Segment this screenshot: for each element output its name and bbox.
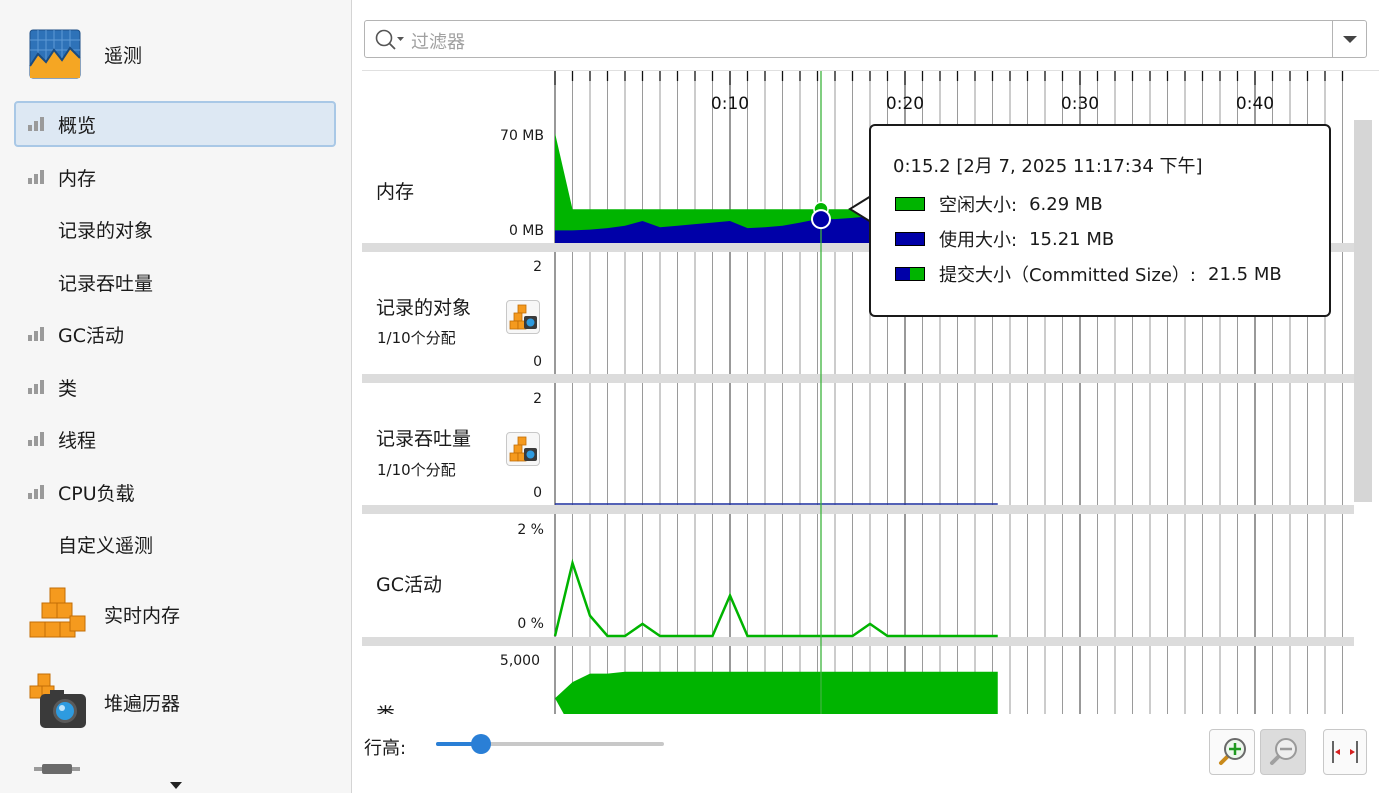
fit-width-button[interactable]	[1323, 729, 1367, 775]
live-memory-icon	[29, 587, 86, 638]
sidebar-header-telemetry[interactable]: 遥测	[28, 26, 142, 82]
sidebar-item-recorded-throughput[interactable]: 记录吞吐量	[14, 259, 336, 305]
bar-chart-icon	[28, 432, 44, 446]
classes-ymax-label: 5,000	[499, 653, 540, 669]
zoom-in-icon	[1219, 738, 1246, 765]
filter-dropdown-button[interactable]	[1332, 21, 1366, 57]
recorded-throughput-ymin-label: 0	[533, 485, 542, 501]
record-allocations-icon	[509, 436, 537, 462]
cursor-used-marker	[811, 209, 831, 230]
record-allocations-button[interactable]	[506, 300, 540, 334]
sidebar-item-label: 自定义遥测	[58, 534, 154, 557]
memory-ymax-label: 70 MB	[500, 128, 544, 144]
row-separator	[362, 505, 1354, 514]
search-icon	[375, 29, 404, 50]
sidebar-item-label: CPU负载	[58, 482, 135, 505]
row-separator	[362, 637, 1354, 646]
bar-chart-icon	[28, 380, 44, 394]
bar-chart-icon	[28, 485, 44, 499]
sidebar-item-label: 概览	[58, 114, 97, 137]
tooltip-row-value: 15.21 MB	[1029, 228, 1115, 250]
telemetry-icon	[29, 29, 81, 79]
time-tick-label: 0:10	[711, 94, 749, 114]
recorded-objects-ymin-label: 0	[533, 354, 542, 370]
gc-activity-line	[553, 558, 998, 638]
memory-ymin-label: 0 MB	[508, 223, 544, 239]
sidebar-item-gc-activity[interactable]: GC活动	[14, 311, 336, 357]
row-height-slider[interactable]	[436, 734, 666, 754]
row-label-gc-activity: GC活动	[376, 574, 442, 596]
slider-knob[interactable]	[471, 734, 492, 754]
record-throughput-button[interactable]	[506, 432, 540, 466]
time-tick-label: 0:20	[886, 94, 924, 114]
time-tick-label: 0:40	[1236, 94, 1274, 114]
sidebar-item-recorded-objects[interactable]: 记录的对象	[14, 206, 336, 252]
dropdown-arrow-icon[interactable]	[170, 782, 182, 790]
tooltip-row-used: 使用大小: 15.21 MB	[895, 226, 1114, 252]
filter-placeholder: 过滤器	[411, 32, 465, 53]
tooltip-row-value: 6.29 MB	[1029, 193, 1103, 215]
gc-ymin-label: 0 %	[517, 616, 544, 632]
sidebar-item-overview[interactable]: 概览	[14, 101, 336, 147]
time-tick-label: 0:30	[1061, 94, 1099, 114]
sidebar-item-label: 类	[58, 377, 78, 400]
sidebar-section-heap-walker[interactable]: 堆遍历器	[28, 672, 180, 732]
memory-tooltip: 0:15.2 [2月 7, 2025 11:17:34 下午] 空闲大小: 6.…	[869, 124, 1331, 317]
vertical-scrollbar-thumb[interactable]	[1354, 120, 1372, 502]
tooltip-row-name: 使用大小:	[939, 230, 1018, 251]
zoom-out-button[interactable]	[1260, 729, 1306, 775]
sidebar-item-label: GC活动	[58, 324, 124, 347]
tooltip-title: 0:15.2 [2月 7, 2025 11:17:34 下午]	[893, 156, 1203, 177]
chevron-down-icon	[1343, 36, 1357, 43]
sidebar-item-cpu-load[interactable]: CPU负载	[14, 469, 336, 515]
free-size-swatch	[895, 197, 925, 211]
row-sublabel-recorded-throughput: 1/10个分配	[377, 461, 456, 479]
bar-chart-icon	[28, 117, 44, 131]
tooltip-row-name: 提交大小（Committed Size）:	[939, 265, 1197, 286]
record-allocations-icon	[509, 304, 537, 330]
tooltip-row-name: 空闲大小:	[939, 195, 1018, 216]
sidebar-item-label: 内存	[58, 167, 97, 190]
sidebar-item-threads[interactable]: 线程	[14, 416, 336, 462]
row-label-recorded-objects: 记录的对象	[376, 297, 472, 319]
recorded-objects-ymax-label: 2	[533, 259, 542, 275]
filter-input[interactable]: 过滤器	[364, 20, 1367, 58]
sidebar-section-label: 实时内存	[104, 604, 181, 627]
sidebar-item-label: 线程	[58, 429, 97, 452]
classes-area	[555, 671, 998, 714]
sidebar-partial-section-icon	[34, 760, 80, 778]
row-sublabel-recorded-objects: 1/10个分配	[377, 329, 456, 347]
heap-walker-icon	[29, 673, 86, 728]
row-separator	[362, 374, 1354, 383]
sidebar-header-label: 遥测	[104, 44, 143, 67]
sidebar-item-custom-telemetry[interactable]: 自定义遥测	[14, 521, 336, 567]
tooltip-row-value: 21.5 MB	[1208, 263, 1282, 285]
gc-ymax-label: 2 %	[517, 522, 544, 538]
committed-size-swatch	[895, 267, 925, 281]
tooltip-row-committed: 提交大小（Committed Size）: 21.5 MB	[895, 261, 1282, 287]
zoom-in-button[interactable]	[1209, 729, 1255, 775]
row-height-label: 行高:	[364, 738, 407, 759]
bar-chart-icon	[28, 170, 44, 184]
sidebar-item-classes[interactable]: 类	[14, 364, 336, 410]
zoom-out-icon	[1270, 738, 1297, 765]
used-size-swatch	[895, 232, 925, 246]
bar-chart-icon	[28, 327, 44, 341]
sidebar-item-label: 记录的对象	[58, 219, 154, 242]
sidebar-section-label: 堆遍历器	[104, 692, 181, 715]
sidebar-section-live-memory[interactable]: 实时内存	[28, 586, 180, 642]
tooltip-row-free: 空闲大小: 6.29 MB	[895, 191, 1103, 217]
row-label-memory: 内存	[376, 181, 415, 203]
fit-width-icon	[1332, 741, 1358, 763]
sidebar-item-label: 记录吞吐量	[58, 272, 154, 295]
recorded-throughput-ymax-label: 2	[533, 391, 542, 407]
sidebar: 遥测 概览 内存 记录的对象 记录吞吐量 GC活动 类 线程 CPU负载 自定义…	[0, 0, 352, 793]
row-label-classes: 类	[376, 700, 395, 714]
row-label-recorded-throughput: 记录吞吐量	[376, 428, 472, 450]
sidebar-item-memory[interactable]: 内存	[14, 154, 336, 200]
